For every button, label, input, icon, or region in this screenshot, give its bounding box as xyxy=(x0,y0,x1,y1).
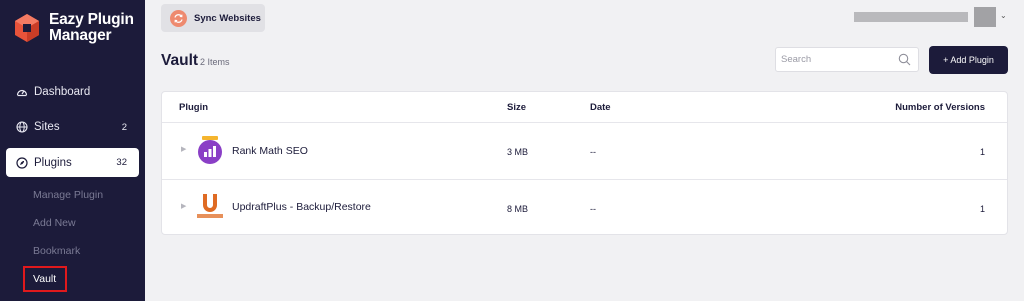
plugin-date: -- xyxy=(590,147,596,157)
plugin-size: 3 MB xyxy=(507,147,529,157)
sidebar-subitem-bookmark[interactable]: Bookmark xyxy=(33,245,80,257)
add-plugin-button[interactable]: + Add Plugin xyxy=(929,46,1008,74)
column-header-plugin[interactable]: Plugin xyxy=(179,102,208,113)
sidebar-item-label: Sites xyxy=(34,121,60,133)
column-header-size[interactable]: Size xyxy=(507,102,526,113)
rank-math-icon xyxy=(198,136,222,164)
app-logo[interactable]: Eazy Plugin Manager xyxy=(14,12,134,44)
logo-text: Eazy Plugin Manager xyxy=(49,12,134,44)
table-row[interactable]: ▶ Rank Math SEO 3 MB -- 1 xyxy=(162,123,1007,179)
sidebar-item-sites[interactable]: Sites 2 xyxy=(6,113,139,141)
search-input[interactable] xyxy=(776,48,886,71)
logo-line-2: Manager xyxy=(49,27,112,44)
logo-icon xyxy=(15,14,39,42)
expand-arrow-icon[interactable]: ▶ xyxy=(181,202,186,210)
sync-websites-label: Sync Websites xyxy=(194,12,261,24)
plugin-date: -- xyxy=(590,204,596,214)
sites-count-badge: 2 xyxy=(121,121,127,133)
gauge-icon xyxy=(16,86,28,98)
plugin-versions: 1 xyxy=(979,147,985,157)
sidebar-subitem-manage-plugin[interactable]: Manage Plugin xyxy=(33,189,103,201)
search-box xyxy=(775,47,919,72)
sync-websites-button[interactable]: Sync Websites xyxy=(161,4,265,32)
plug-icon xyxy=(16,156,28,169)
plugin-name[interactable]: UpdraftPlus - Backup/Restore xyxy=(232,201,371,213)
table-row[interactable]: ▶ UpdraftPlus - Backup/Restore 8 MB -- 1 xyxy=(162,180,1007,236)
search-icon[interactable] xyxy=(898,53,911,66)
column-header-date[interactable]: Date xyxy=(590,102,611,113)
sidebar-item-dashboard[interactable]: Dashboard xyxy=(6,78,139,106)
avatar[interactable] xyxy=(974,7,996,27)
plugin-size: 8 MB xyxy=(507,204,529,214)
logo-line-1: Eazy Plugin xyxy=(49,11,134,28)
plugin-name[interactable]: Rank Math SEO xyxy=(232,145,308,157)
sync-icon xyxy=(170,9,187,27)
expand-arrow-icon[interactable]: ▶ xyxy=(181,145,186,153)
page-title: Vault xyxy=(161,52,199,69)
plugins-table: Plugin Size Date Number of Versions ▶ Ra… xyxy=(161,91,1008,235)
sidebar-subitem-add-new[interactable]: Add New xyxy=(33,217,76,229)
globe-icon xyxy=(16,121,28,133)
column-header-versions[interactable]: Number of Versions xyxy=(895,102,985,113)
user-name-redacted[interactable] xyxy=(854,12,968,22)
sidebar-item-label: Dashboard xyxy=(34,86,91,98)
sidebar-subitem-vault[interactable]: Vault xyxy=(33,273,56,285)
updraftplus-icon xyxy=(197,194,223,218)
plugins-count-badge: 32 xyxy=(116,157,127,168)
sidebar-item-label: Plugins xyxy=(34,156,72,169)
item-count: 2 Items xyxy=(200,57,230,67)
chevron-down-icon[interactable]: ⌄ xyxy=(1000,11,1007,20)
plugin-versions: 1 xyxy=(979,204,985,214)
sidebar: Eazy Plugin Manager Dashboard Sites 2 Pl… xyxy=(0,0,145,301)
sidebar-item-plugins[interactable]: Plugins 32 xyxy=(6,148,139,177)
